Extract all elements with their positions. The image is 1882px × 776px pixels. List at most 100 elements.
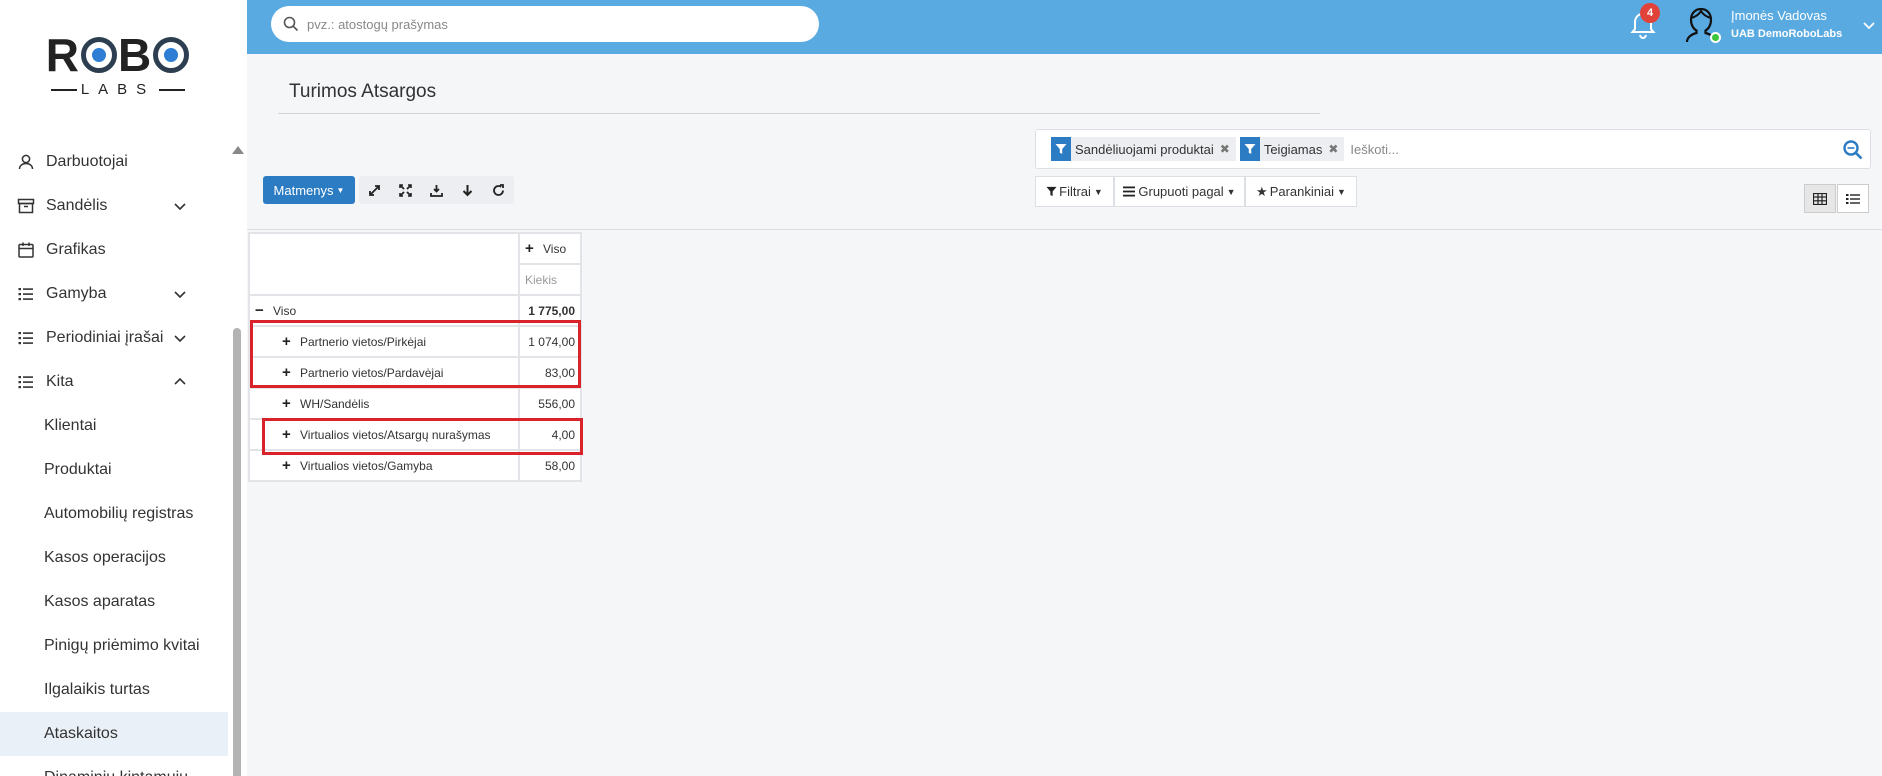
sidebar-item-periodiniai-irasai[interactable]: Periodiniai įrašai [0, 316, 228, 360]
remove-facet-icon[interactable]: ✖ [1328, 142, 1338, 156]
pivot-row-header-total[interactable]: − Viso [248, 294, 520, 327]
sidebar-item-darbuotojai[interactable]: Darbuotojai [0, 140, 228, 184]
sidebar: RB LABS Darbuotojai Sandėlis Grafikas Ga… [0, 0, 247, 776]
table-row: + Virtualios vietos/Atsargų nurašymas 4,0… [248, 418, 582, 451]
expand-all-button[interactable] [390, 176, 421, 204]
refresh-button[interactable] [483, 176, 514, 204]
search-icon[interactable] [1842, 139, 1864, 161]
logo-wordmark: RB [46, 32, 190, 78]
pivot-row-header[interactable]: + Virtualios vietos/Atsargų nurašymas [248, 418, 520, 451]
search-filter-box: Sandėliuojami produktai ✖ Teigiamas ✖ [1035, 129, 1871, 169]
user-name[interactable]: Įmonės Vadovas [1731, 8, 1827, 23]
online-status-dot [1710, 32, 1721, 43]
sidebar-subitem-automobiliu-registras[interactable]: Automobilių registras [0, 492, 228, 536]
chevron-down-icon[interactable] [1862, 18, 1876, 32]
filters-dropdown-button[interactable]: Filtrai ▼ [1035, 176, 1114, 207]
logo-o-mark [81, 37, 117, 73]
list-view-button[interactable] [1837, 184, 1869, 213]
chevron-down-icon [174, 291, 186, 299]
chevron-down-icon [174, 335, 186, 343]
arrow-down-icon [462, 184, 473, 196]
table-row: + Partnerio vietos/Pirkėjai 1 074,00 [248, 325, 582, 358]
pivot-cell: 556,00 [518, 387, 582, 420]
sidebar-nav: Darbuotojai Sandėlis Grafikas Gamyba Per… [0, 140, 228, 776]
pivot-cell: 1 074,00 [518, 325, 582, 358]
list-icon [16, 284, 36, 304]
notification-badge: 4 [1640, 3, 1660, 23]
plus-icon: + [282, 426, 291, 443]
sidebar-item-gamyba[interactable]: Gamyba [0, 272, 228, 316]
user-icon [16, 152, 36, 172]
top-bar: 4 Įmonės Vadovas UAB DemoRoboLabs [247, 0, 1882, 54]
favorites-label: Parankiniai [1269, 184, 1335, 199]
sidebar-subitem-pinigu-priemimo-kvitai[interactable]: Pinigų priėmimo kvitai [0, 624, 228, 668]
scroll-up-arrow-icon[interactable] [232, 146, 244, 154]
plus-icon: + [282, 333, 291, 350]
pivot-row-header[interactable]: + Virtualios vietos/Gamyba [248, 449, 520, 482]
filter-icon [1239, 137, 1260, 161]
sidebar-item-sandelis[interactable]: Sandėlis [0, 184, 228, 228]
search-input[interactable] [1350, 141, 1751, 157]
filters-label: Filtrai [1059, 184, 1091, 199]
sidebar-item-label: Darbuotojai [46, 153, 128, 170]
flip-axis-icon [369, 184, 380, 196]
pivot-cell: 83,00 [518, 356, 582, 389]
plus-icon: + [282, 364, 291, 381]
user-company[interactable]: UAB DemoRoboLabs [1731, 28, 1842, 40]
archive-icon [16, 196, 36, 216]
filter-facet: Sandėliuojami produktai ✖ [1051, 137, 1236, 161]
download-button[interactable] [421, 176, 452, 204]
sidebar-item-label: Grafikas [46, 241, 106, 258]
list-icon [16, 372, 36, 392]
remove-facet-icon[interactable]: ✖ [1220, 142, 1230, 156]
chevron-down-icon [174, 203, 186, 211]
plus-icon: + [282, 395, 291, 412]
facet-label: Teigiamas [1263, 141, 1323, 157]
plus-icon: + [525, 240, 534, 257]
favorites-dropdown-button[interactable]: ★ Parankiniai ▼ [1245, 176, 1357, 207]
chevron-up-icon [174, 377, 186, 385]
filter-facet: Teigiamas ✖ [1239, 137, 1345, 161]
group-by-label: Grupuoti pagal [1138, 184, 1224, 199]
facet-label: Sandėliuojami produktai [1075, 141, 1214, 157]
download-icon [430, 184, 443, 197]
sidebar-subitem-klientai[interactable]: Klientai [0, 404, 228, 448]
arrow-down-button[interactable] [452, 176, 483, 204]
pivot-corner-cell [248, 232, 520, 296]
plus-icon: + [282, 457, 291, 474]
sidebar-item-label: Gamyba [46, 285, 107, 302]
sidebar-scrollbar[interactable] [231, 140, 244, 776]
calendar-icon [16, 240, 36, 260]
caret-down-icon: ▼ [1226, 186, 1236, 197]
sidebar-subitem-ataskaitos[interactable]: Ataskaitos [0, 712, 228, 756]
sidebar-item-kita[interactable]: Kita [0, 360, 228, 404]
sidebar-item-label: Sandėlis [46, 197, 108, 214]
minus-icon: − [255, 302, 264, 319]
sidebar-item-grafikas[interactable]: Grafikas [0, 228, 228, 272]
group-by-dropdown-button[interactable]: Grupuoti pagal ▼ [1114, 176, 1245, 207]
pivot-measure-header[interactable]: Kiekis [518, 263, 582, 296]
logo-subtitle: LABS [47, 81, 189, 98]
sidebar-subitem-dinaminiu-kintamuju[interactable]: Dinaminių kintamųjų [0, 756, 228, 776]
caret-down-icon: ▼ [336, 185, 345, 195]
caret-down-icon: ▼ [1337, 186, 1346, 197]
scrollbar-thumb[interactable] [233, 328, 241, 776]
flip-axis-button[interactable] [359, 176, 390, 204]
pivot-row-header[interactable]: + Partnerio vietos/Pardavėjai [248, 356, 520, 389]
pivot-col-header[interactable]: + Viso [518, 232, 582, 265]
sidebar-item-label: Periodiniai įrašai [46, 329, 164, 346]
list-icon [16, 328, 36, 348]
pivot-row-header[interactable]: + Partnerio vietos/Pirkėjai [248, 325, 520, 358]
robolabs-logo[interactable]: RB LABS [0, 32, 236, 102]
sidebar-subitem-kasos-aparatas[interactable]: Kasos aparatas [0, 580, 228, 624]
global-search-input[interactable] [307, 16, 787, 32]
sidebar-subitem-produktai[interactable]: Produktai [0, 448, 228, 492]
pivot-total-row: − Viso 1 775,00 [248, 294, 582, 327]
pivot-row-header[interactable]: + WH/Sandėlis [248, 387, 520, 420]
sidebar-subitem-kasos-operacijos[interactable]: Kasos operacijos [0, 536, 228, 580]
dimensions-dropdown-button[interactable]: Matmenys ▼ [263, 176, 355, 204]
pivot-view-button[interactable] [1804, 184, 1836, 213]
sidebar-subitem-ilgalaikis-turtas[interactable]: Ilgalaikis turtas [0, 668, 228, 712]
app-root: RB LABS Darbuotojai Sandėlis Grafikas Ga… [0, 0, 1882, 776]
pivot-table: + Viso Kiekis − Viso 1 775,00 + Partnerio v… [248, 232, 582, 482]
